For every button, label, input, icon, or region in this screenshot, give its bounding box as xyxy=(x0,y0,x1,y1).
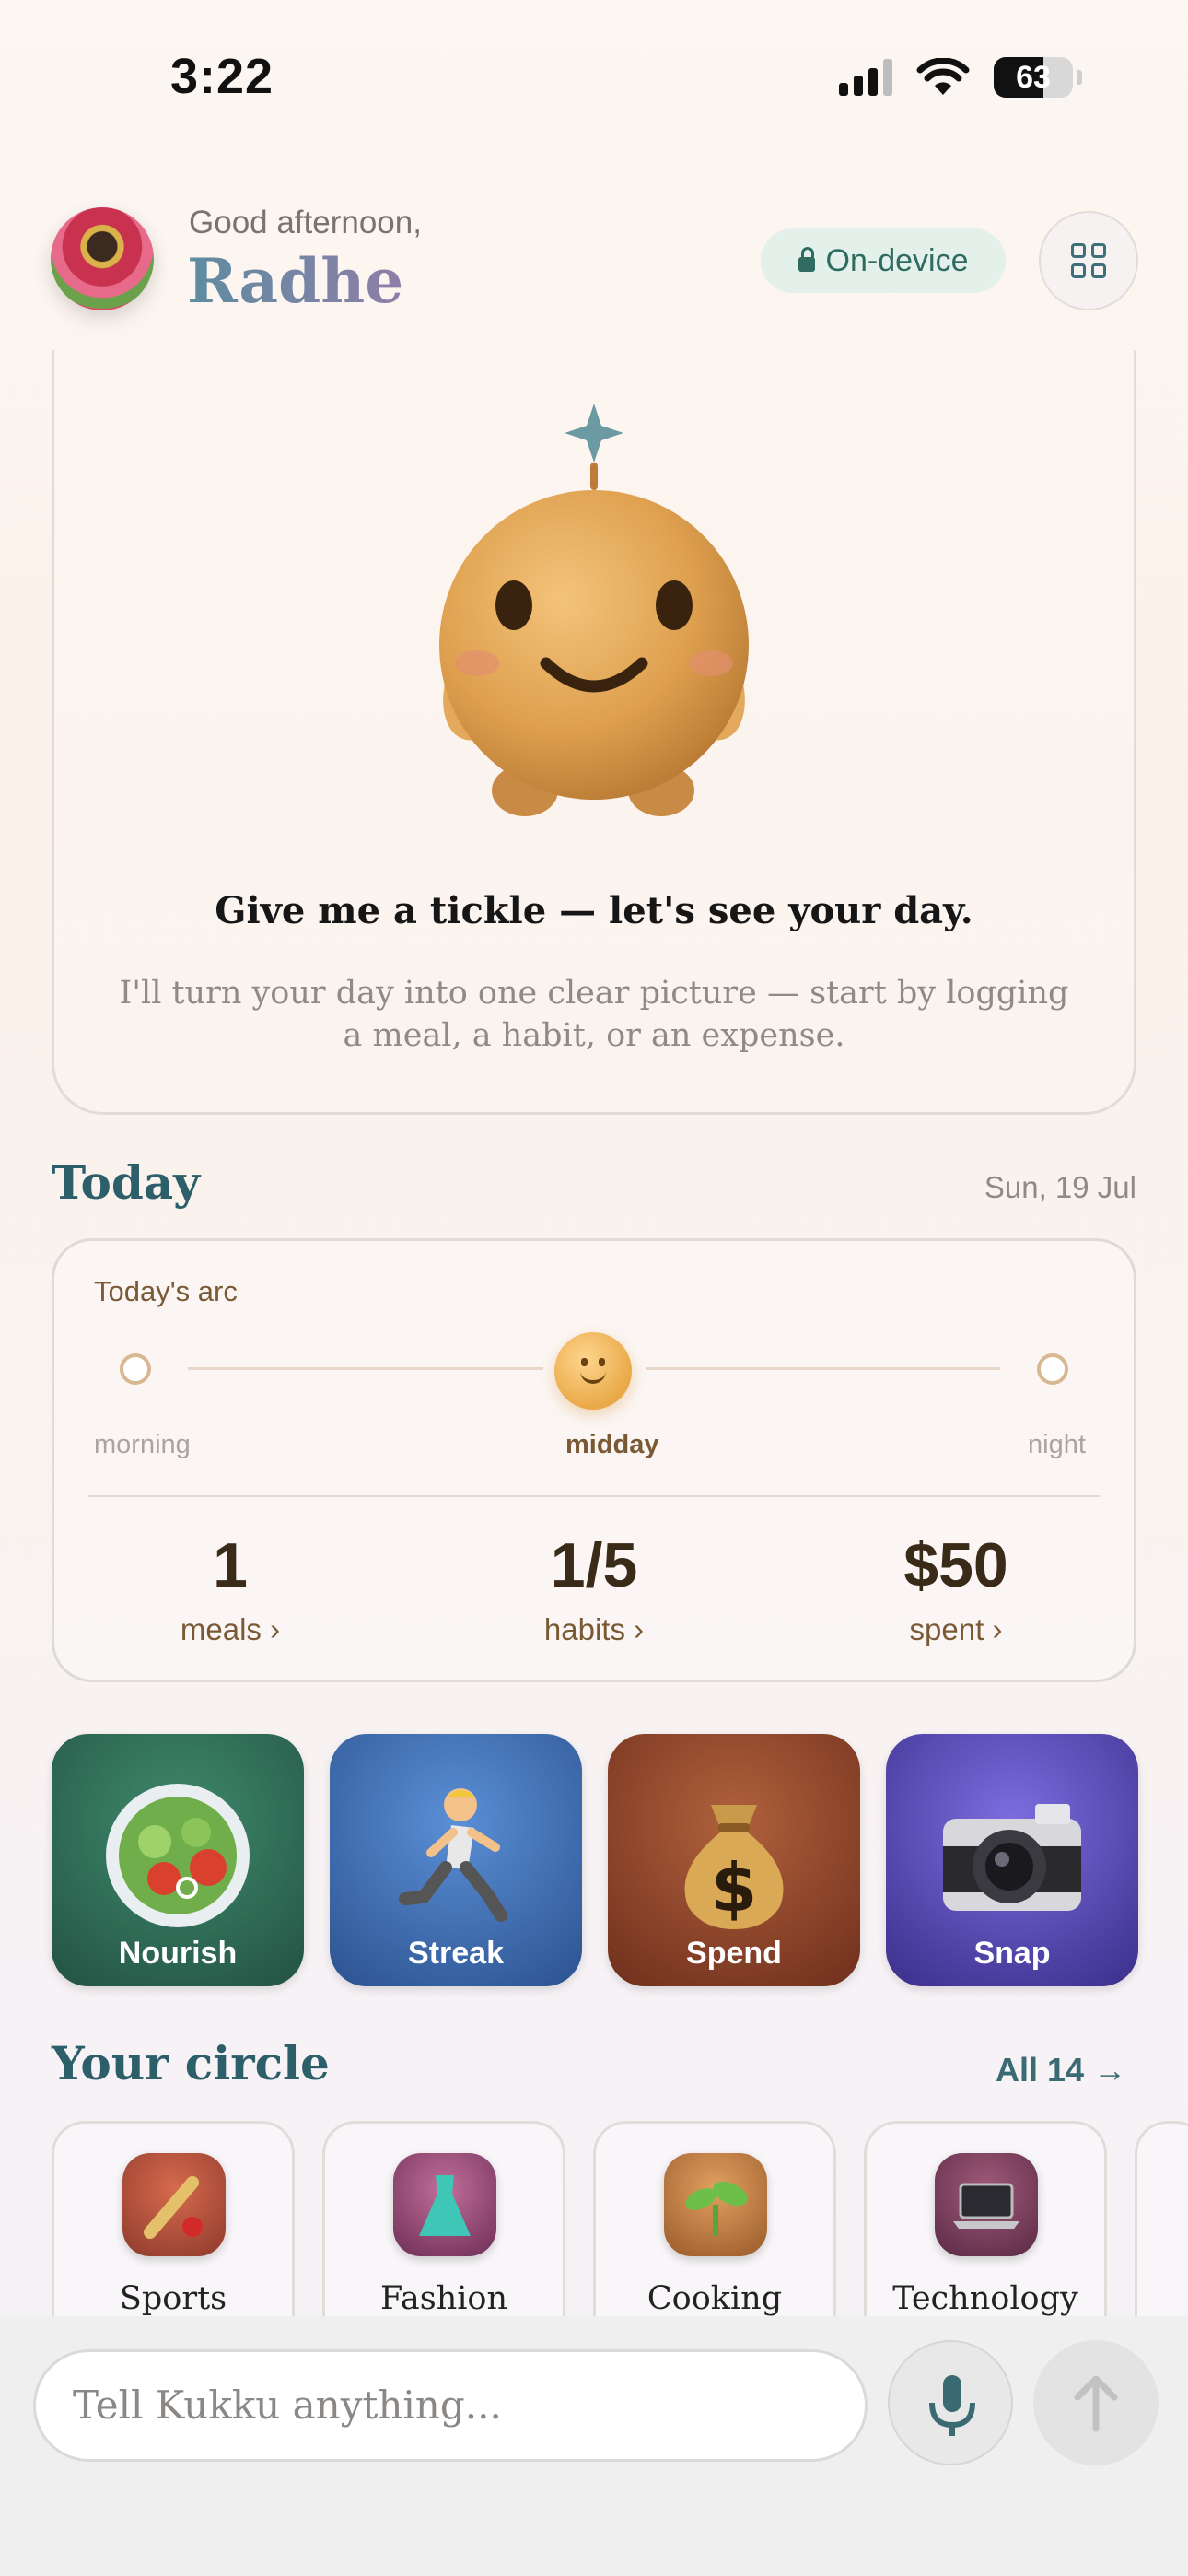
habits-link[interactable]: habits › xyxy=(474,1612,714,1647)
habits-value[interactable]: 1/5 xyxy=(474,1529,714,1601)
today-title: Today xyxy=(52,1155,201,1210)
battery-icon: 63 xyxy=(994,57,1073,98)
money-bag-icon: $ xyxy=(684,1804,784,1929)
status-icons: 63 xyxy=(839,57,1082,98)
spend-tile[interactable]: $ Spend xyxy=(608,1734,860,1986)
on-device-label: On-device xyxy=(825,242,969,278)
avatar[interactable] xyxy=(51,207,154,310)
on-device-chip[interactable]: On-device xyxy=(761,228,1006,293)
morning-dot xyxy=(120,1353,151,1385)
mic-button[interactable] xyxy=(888,2340,1013,2465)
message-input[interactable]: Tell Kukku anything... xyxy=(33,2349,868,2462)
circle-item-more[interactable] xyxy=(1135,2121,1188,2324)
signal-icon xyxy=(839,59,892,96)
send-button[interactable] xyxy=(1033,2340,1159,2465)
time-label-midday: midday xyxy=(565,1430,659,1459)
time-label-night: night xyxy=(1028,1430,1086,1459)
greeting-text: Good afternoon, xyxy=(189,205,422,240)
arc-divider xyxy=(88,1495,1100,1497)
streak-tile[interactable]: Streak xyxy=(330,1734,582,1986)
lock-icon xyxy=(798,247,815,272)
circle-title: Your circle xyxy=(52,2036,330,2090)
seedling-icon xyxy=(664,2153,767,2256)
arrow-up-icon xyxy=(1074,2375,1118,2432)
camera-icon xyxy=(943,1803,1081,1911)
grid-menu-button[interactable] xyxy=(1039,211,1138,310)
cricket-icon xyxy=(122,2153,226,2256)
midday-sun-icon xyxy=(554,1332,632,1410)
spent-link[interactable]: spent › xyxy=(836,1612,1076,1647)
mascot-icon[interactable] xyxy=(382,396,806,829)
meals-value[interactable]: 1 xyxy=(111,1529,350,1601)
meals-link[interactable]: meals › xyxy=(111,1612,350,1647)
circle-item-sports[interactable]: Sports xyxy=(52,2121,295,2324)
night-dot xyxy=(1037,1353,1068,1385)
circle-item-cooking[interactable]: Cooking xyxy=(593,2121,836,2324)
snap-label: Snap xyxy=(973,1936,1051,1971)
hero-title: Give me a tickle — let's see your day. xyxy=(215,889,973,932)
user-name: Radhe xyxy=(187,245,404,317)
streak-label: Streak xyxy=(408,1936,504,1971)
spent-value[interactable]: $50 xyxy=(836,1529,1076,1601)
arc-label: Today's arc xyxy=(94,1275,238,1307)
status-time: 3:22 xyxy=(170,49,274,104)
circle-label-sports: Sports xyxy=(119,2280,227,2317)
arc-line-right xyxy=(646,1367,1000,1370)
wifi-icon xyxy=(916,58,970,95)
all-circle-link[interactable]: All 14 → xyxy=(996,2051,1126,2090)
circle-label-cooking: Cooking xyxy=(646,2280,783,2317)
spend-label: Spend xyxy=(686,1936,782,1971)
grid-icon xyxy=(1071,243,1086,258)
nourish-label: Nourish xyxy=(118,1936,238,1971)
arc-line-left xyxy=(188,1367,543,1370)
battery-percent: 63 xyxy=(1016,60,1051,95)
salad-icon xyxy=(106,1783,250,1927)
hero-subtitle: I'll turn your day into one clear pictur… xyxy=(119,975,1069,1054)
circle-label-technology: Technology xyxy=(892,2280,1078,2317)
circle-item-fashion[interactable]: Fashion xyxy=(322,2121,565,2324)
time-label-morning: morning xyxy=(94,1430,191,1459)
mic-icon xyxy=(929,2375,975,2436)
runner-icon xyxy=(399,1787,507,1922)
dress-icon xyxy=(393,2153,496,2256)
today-date: Sun, 19 Jul xyxy=(984,1170,1136,1204)
circle-item-technology[interactable]: Technology xyxy=(864,2121,1107,2324)
snap-tile[interactable]: Snap xyxy=(886,1734,1138,1986)
laptop-icon xyxy=(935,2153,1038,2256)
svg-text:$: $ xyxy=(711,1849,757,1926)
circle-label-fashion: Fashion xyxy=(379,2280,508,2317)
nourish-tile[interactable]: Nourish xyxy=(52,1734,304,1986)
